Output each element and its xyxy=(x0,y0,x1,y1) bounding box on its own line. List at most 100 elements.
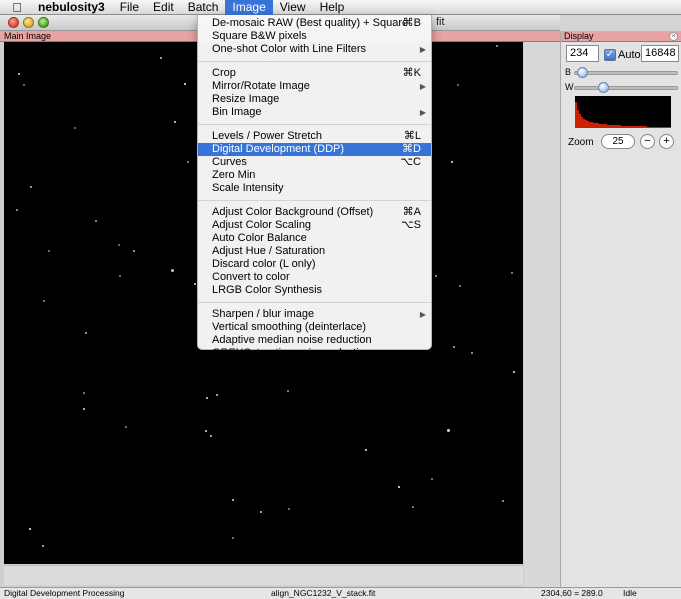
star xyxy=(288,508,290,510)
star xyxy=(125,426,127,428)
menu-item-adaptive-median-noise-reduction[interactable]: Adaptive median noise reduction xyxy=(198,334,431,347)
status-state: Idle xyxy=(623,588,637,598)
star xyxy=(496,45,498,47)
menu-edit[interactable]: Edit xyxy=(146,0,181,15)
star xyxy=(29,528,31,530)
menu-batch[interactable]: Batch xyxy=(181,0,226,15)
display-title: Display xyxy=(564,31,594,41)
histogram-bar xyxy=(669,127,671,128)
menu-item-shortcut: ⌥C xyxy=(400,156,421,168)
star xyxy=(187,161,189,163)
menu-item-digital-development-ddp[interactable]: Digital Development (DDP) ⌘D xyxy=(198,143,431,156)
display-header: Display × xyxy=(561,31,681,42)
menu-image[interactable]: Image xyxy=(225,0,273,15)
histogram xyxy=(575,96,671,128)
w-slider-knob[interactable] xyxy=(598,82,609,93)
menu-item-label: One-shot Color with Line Filters xyxy=(212,43,367,55)
vertical-scrollbar[interactable] xyxy=(524,42,560,587)
menu-item-sharpen-blur-image[interactable]: Sharpen / blur image ▶ xyxy=(198,308,431,321)
close-icon[interactable]: × xyxy=(669,32,678,41)
star xyxy=(435,275,437,277)
menu-item-label: Sharpen / blur image xyxy=(212,308,315,320)
menu-item-scale-intensity[interactable]: Scale Intensity xyxy=(198,182,431,195)
star xyxy=(205,430,207,432)
horizontal-scrollbar[interactable] xyxy=(4,565,523,585)
star xyxy=(85,332,87,334)
star xyxy=(171,269,174,272)
status-filename: align_NGC1232_V_stack.fit xyxy=(271,588,376,598)
star xyxy=(471,352,473,354)
zoom-out-button[interactable]: − xyxy=(640,134,655,149)
menu-item-convert-to-color[interactable]: Convert to color xyxy=(198,271,431,284)
star xyxy=(451,161,453,163)
star xyxy=(232,537,234,539)
menu-view[interactable]: View xyxy=(273,0,313,15)
menu-item-adjust-hue-saturation[interactable]: Adjust Hue / Saturation xyxy=(198,245,431,258)
menu-item-label: Zero Min xyxy=(212,169,256,181)
menu-help[interactable]: Help xyxy=(313,0,352,15)
star xyxy=(174,121,176,123)
menu-separator xyxy=(198,124,431,125)
menu-item-adjust-color-scaling[interactable]: Adjust Color Scaling ⌥S xyxy=(198,219,431,232)
menu-item-label: Adaptive median noise reduction xyxy=(212,334,372,346)
menu-item-auto-color-balance[interactable]: Auto Color Balance xyxy=(198,232,431,245)
zoom-value-field[interactable]: 25 xyxy=(601,134,635,149)
menu-item-label: Vertical smoothing (deinterlace) xyxy=(212,321,367,333)
apple-icon[interactable]:  xyxy=(0,0,34,15)
submenu-arrow-icon: ▶ xyxy=(419,108,426,117)
menu-item-label: Bin Image xyxy=(212,106,262,118)
star xyxy=(232,499,234,501)
black-point-input[interactable]: 234 xyxy=(566,45,599,62)
menu-item-levels-power-stretch[interactable]: Levels / Power Stretch ⌘L xyxy=(198,130,431,143)
zoom-in-button[interactable]: + xyxy=(659,134,674,149)
menu-item-label: Discard color (L only) xyxy=(212,258,316,270)
menu-item-label: Adjust Hue / Saturation xyxy=(212,245,326,257)
menu-item-mirror-rotate-image[interactable]: Mirror/Rotate Image ▶ xyxy=(198,80,431,93)
menu-item-bin-image[interactable]: Bin Image ▶ xyxy=(198,106,431,119)
menu-item-shortcut: ⌘A xyxy=(402,206,421,218)
menu-file[interactable]: File xyxy=(113,0,146,15)
menu-item-crop[interactable]: Crop ⌘K xyxy=(198,67,431,80)
star xyxy=(431,478,433,480)
b-slider[interactable] xyxy=(574,67,678,78)
menu-item-label: GREYCstoration noise reduction xyxy=(212,347,371,359)
menu-item-curves[interactable]: Curves ⌥C xyxy=(198,156,431,169)
menu-item-de-mosaic-raw-best-quality-square[interactable]: De-mosaic RAW (Best quality) + Square ⌘B xyxy=(198,17,431,30)
star xyxy=(18,73,20,75)
auto-checkbox[interactable]: ✓ xyxy=(604,49,616,61)
w-slider-label: W xyxy=(565,82,574,92)
menu-item-lrgb-color-synthesis[interactable]: LRGB Color Synthesis xyxy=(198,284,431,297)
star xyxy=(74,127,76,129)
zoom-window-button[interactable] xyxy=(38,17,49,28)
image-menu-dropdown: De-mosaic RAW (Best quality) + Square ⌘B S… xyxy=(197,15,432,359)
w-slider[interactable] xyxy=(574,82,678,93)
menu-item-zero-min[interactable]: Zero Min xyxy=(198,169,431,182)
menu-item-one-shot-color-with-line-filters[interactable]: One-shot Color with Line Filters ▶ xyxy=(198,43,431,56)
display-panel: Display × 234 ✓ Auto 16848 B W Zoom 25 −… xyxy=(560,31,681,587)
status-coords: 2304,60 = 289.0 xyxy=(541,588,603,598)
status-bar: Digital Development Processing align_NGC… xyxy=(0,587,681,599)
menu-item-label: Resize Image xyxy=(212,93,280,105)
star xyxy=(194,283,196,285)
star xyxy=(398,486,400,488)
app-name-menu[interactable]: nebulosity3 xyxy=(34,0,113,15)
menu-item-shortcut: ⌘B xyxy=(402,17,421,29)
menu-item-shortcut: ⌥S xyxy=(400,219,421,231)
minimize-window-button[interactable] xyxy=(23,17,34,28)
menu-item-discard-color-l-only[interactable]: Discard color (L only) xyxy=(198,258,431,271)
menu-separator xyxy=(198,61,431,62)
white-point-input[interactable]: 16848 xyxy=(641,45,679,62)
menu-item-square-b-w-pixels[interactable]: Square B&W pixels xyxy=(198,30,431,43)
auto-label: Auto xyxy=(618,49,641,61)
menu-item-adjust-color-background-offset[interactable]: Adjust Color Background (Offset) ⌘A xyxy=(198,206,431,219)
star xyxy=(83,408,85,410)
menu-item-greycstoration-noise-reduction[interactable]: GREYCstoration noise reduction xyxy=(198,347,431,360)
zoom-label: Zoom xyxy=(568,137,594,148)
star xyxy=(83,392,85,394)
menu-item-resize-image[interactable]: Resize Image xyxy=(198,93,431,106)
menu-item-label: Levels / Power Stretch xyxy=(212,130,323,142)
menu-item-vertical-smoothing-deinterlace[interactable]: Vertical smoothing (deinterlace) xyxy=(198,321,431,334)
star xyxy=(287,390,289,392)
b-slider-knob[interactable] xyxy=(577,67,588,78)
close-window-button[interactable] xyxy=(8,17,19,28)
